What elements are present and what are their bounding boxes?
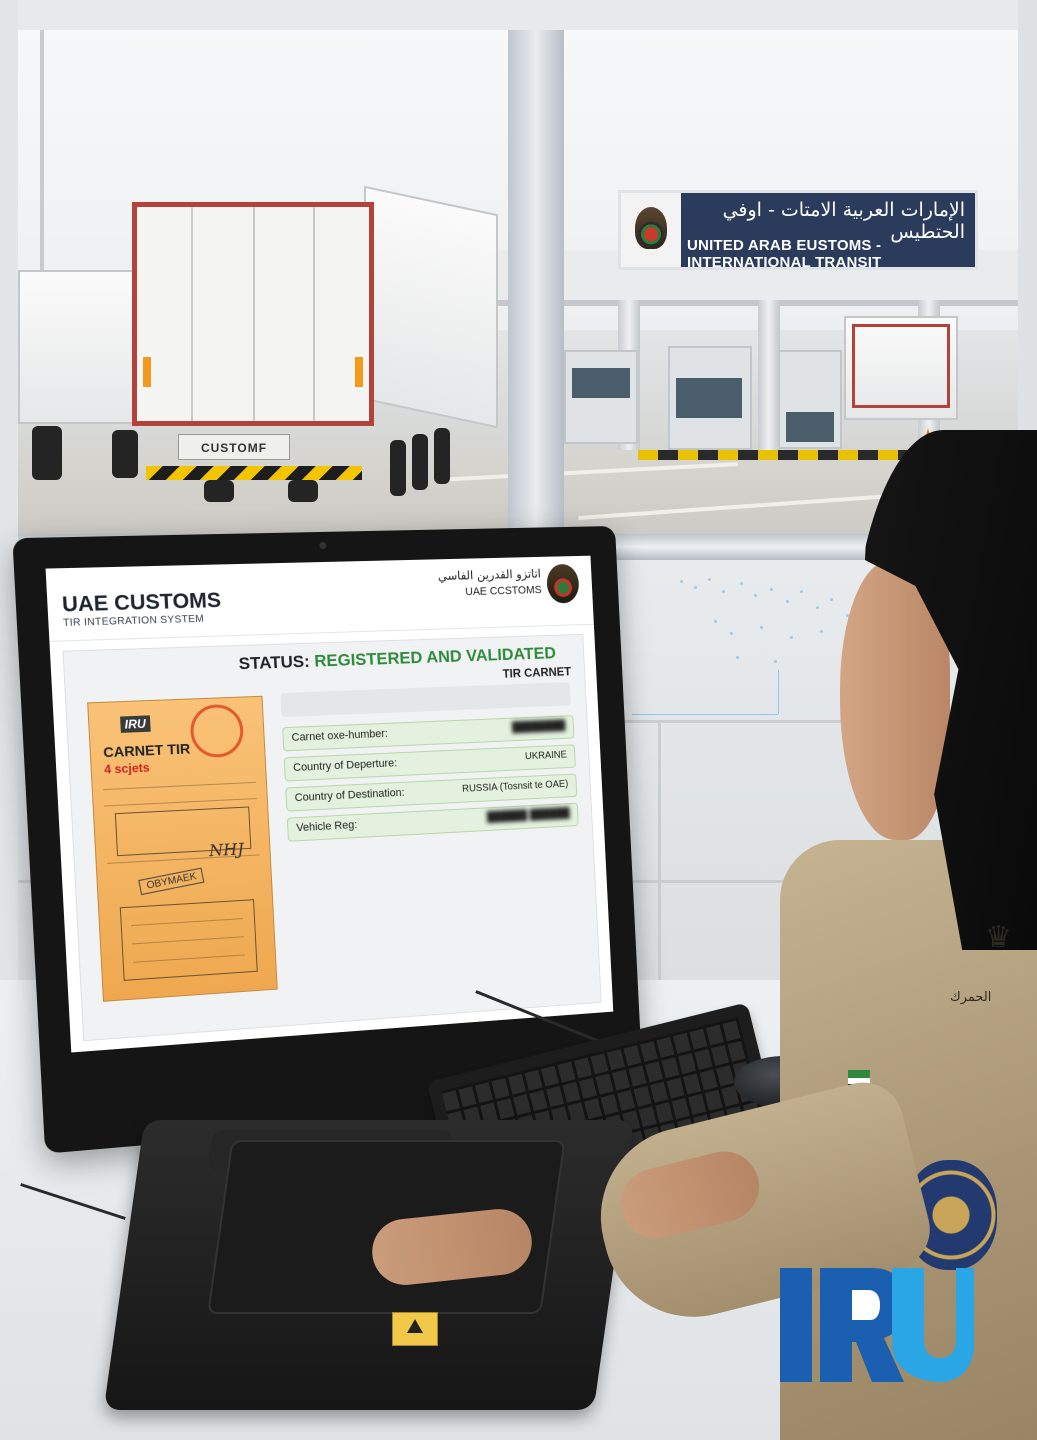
crown-swords-insignia: ♛	[985, 921, 1012, 954]
warning-sticker	[392, 1312, 438, 1346]
window-mullion	[508, 30, 564, 560]
app-header: UAE CUSTOMS TIR INTEGRATION SYSTEM اتاتز…	[45, 555, 594, 642]
canopy-pillar	[758, 300, 780, 470]
red-stamp	[189, 703, 245, 759]
tir-carnet-document: IRU CARNET TIR 4 scjets OBYMAEK NHJ	[87, 695, 278, 1002]
carnet-label: TIR CARNET	[502, 664, 572, 681]
field-value: UKRAINE	[524, 749, 568, 763]
truck-wheel	[390, 440, 406, 496]
document-title: CARNET TIR	[102, 740, 191, 761]
plate-text: CUSTOMF	[200, 441, 268, 455]
falcon-emblem-icon	[545, 563, 580, 604]
field-value: RUSSIA (Tosnsit te OAE)	[461, 778, 569, 795]
inspection-booth	[668, 346, 752, 450]
truck-wheel	[288, 480, 318, 502]
logo-arabic-text: اتاتزو القدرين الفاسي	[437, 566, 542, 584]
customs-app-screen: UAE CUSTOMS TIR INTEGRATION SYSTEM اتاتز…	[45, 555, 614, 1053]
falcon-emblem-icon	[621, 193, 681, 267]
rear-bumper	[146, 466, 362, 480]
field-label: Carnet oxe-humber:	[291, 727, 389, 744]
app-content: STATUS: REGISTERED AND VALIDATED IRU CAR…	[62, 633, 602, 1042]
main-trailer-side	[364, 185, 498, 429]
customs-gate-sign: الإمارات العربية الامتات - اوفي الحتطيس …	[618, 190, 978, 271]
webcam	[319, 541, 327, 550]
shoulder-tab-text: الحمرك	[950, 990, 992, 1005]
field-value-redacted: ██████ ██████	[486, 807, 571, 824]
logo-english-text: UAE CCSTOMS	[465, 584, 542, 599]
main-trailer-rear	[132, 202, 374, 426]
distant-truck	[844, 316, 958, 420]
passport-scanner	[103, 1120, 635, 1410]
scene: CUSTOMF الإمارات العربية الامتات - اوفي …	[0, 0, 1037, 1440]
sign-english-text: UNITED ARAB EUSTOMS - INTERNATIONAL TRAN…	[687, 237, 882, 271]
inspection-booth	[564, 350, 638, 444]
iru-logo-icon	[780, 1266, 974, 1384]
truck-wheel	[204, 480, 234, 502]
field-label: Country of Destination:	[294, 786, 405, 805]
status-prefix: STATUS:	[238, 651, 311, 674]
lamp-post	[40, 30, 44, 300]
trailer-wheel	[32, 426, 62, 480]
field-label: Vehicle Reg:	[295, 819, 358, 835]
license-plate: CUSTOMF	[178, 434, 290, 460]
carnet-search-bar	[280, 682, 571, 718]
document-sheets: 4 scjets	[103, 760, 150, 777]
trailer-wheel	[112, 430, 138, 478]
truck-wheel	[412, 434, 428, 490]
field-label: Country of Deperture:	[292, 757, 398, 775]
document-stamp: OBYMAEK	[138, 867, 205, 896]
window-frame-top	[0, 0, 1037, 30]
field-value-redacted: ████████	[511, 720, 566, 734]
document-brand: IRU	[120, 715, 151, 733]
truck-wheel	[434, 428, 450, 484]
inspection-booth	[778, 350, 842, 449]
handwritten-signature: NHJ	[208, 839, 245, 861]
left-trailer	[18, 270, 140, 424]
